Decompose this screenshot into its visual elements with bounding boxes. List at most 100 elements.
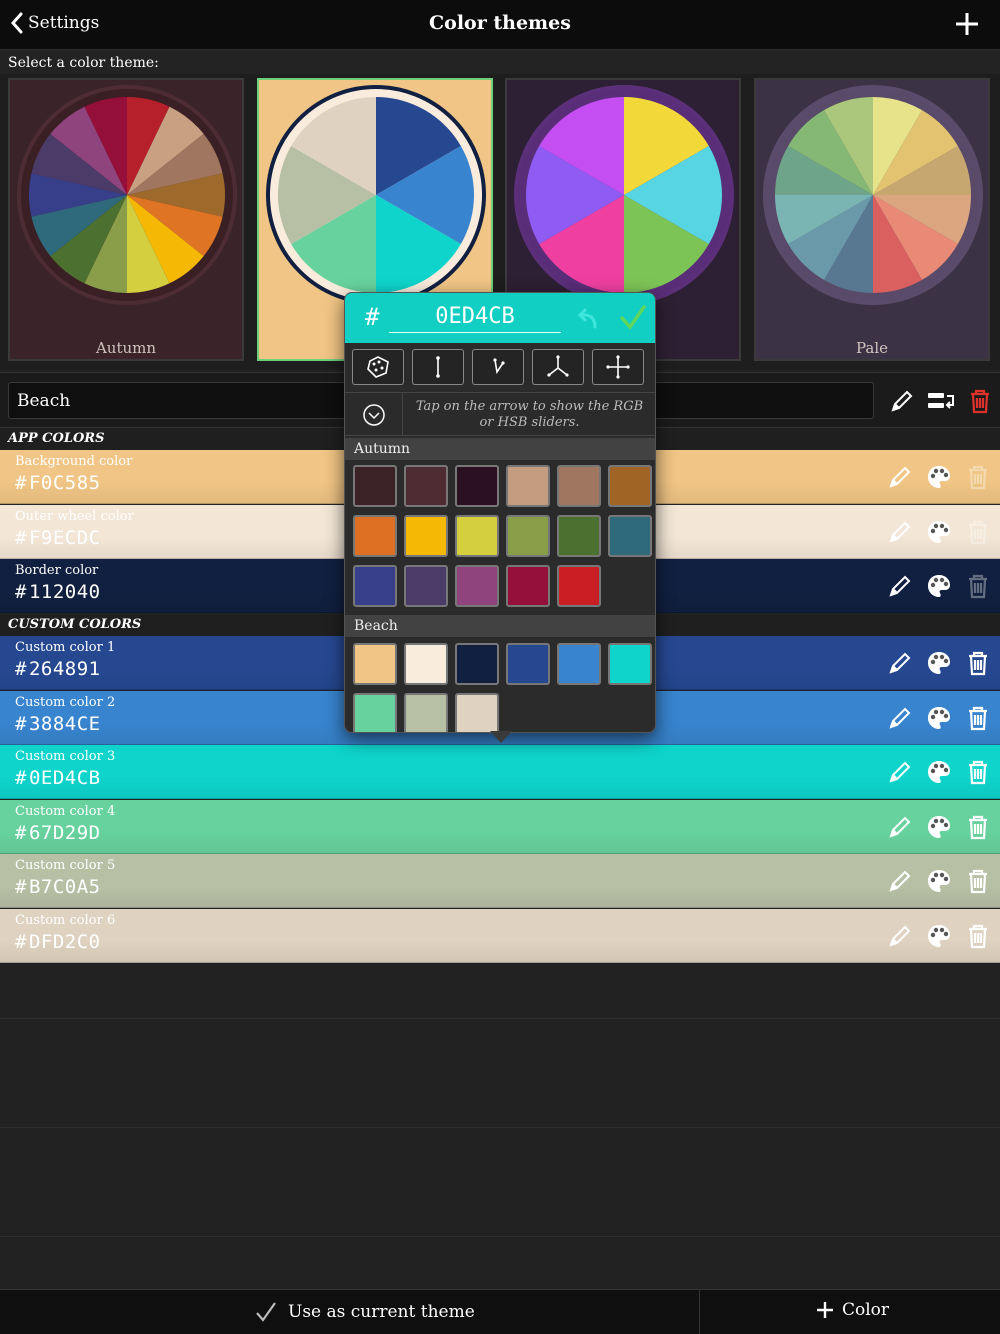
color-swatch[interactable] [557, 565, 601, 607]
color-swatch[interactable] [455, 693, 499, 732]
popover-arrow [490, 731, 512, 743]
color-wheel [514, 85, 734, 305]
color-swatch[interactable] [353, 643, 397, 685]
palette-icon[interactable] [925, 867, 953, 895]
palette-icon[interactable] [925, 704, 953, 732]
color-swatch[interactable] [404, 465, 448, 507]
color-row[interactable]: Custom color 6 # DFD2C0 [0, 909, 1000, 963]
color-hex-value: #112040 [15, 581, 101, 603]
color-swatch[interactable] [506, 565, 550, 607]
triad-mode-button[interactable] [532, 349, 584, 385]
tetrad-mode-button[interactable] [592, 349, 644, 385]
color-swatch[interactable] [455, 565, 499, 607]
trash-icon[interactable] [966, 387, 994, 415]
pencil-icon[interactable] [888, 387, 916, 415]
pencil-icon[interactable] [886, 867, 914, 895]
color-label: Custom color 3 [15, 749, 116, 765]
hash-symbol: # [365, 303, 380, 331]
palette-icon[interactable] [925, 922, 953, 950]
color-label: Custom color 6 [15, 913, 116, 928]
show-sliders-button[interactable] [345, 393, 403, 436]
color-swatch[interactable] [353, 565, 397, 607]
color-hex-value: # DFD2C0 [15, 931, 101, 953]
palette-icon[interactable] [925, 518, 953, 546]
empty-row [0, 1237, 1000, 1292]
pencil-icon[interactable] [886, 813, 914, 841]
trash-icon[interactable] [964, 704, 992, 732]
palette-icon[interactable] [925, 649, 953, 677]
pencil-icon[interactable] [886, 649, 914, 677]
palette-icon[interactable] [925, 758, 953, 786]
color-swatch[interactable] [506, 643, 550, 685]
color-swatch[interactable] [557, 643, 601, 685]
color-swatch[interactable] [353, 693, 397, 732]
use-as-current-theme-button[interactable]: Use as current theme [254, 1300, 475, 1324]
color-row[interactable]: Custom color 5 # B7C0A5 [0, 854, 1000, 909]
hex-entry-header: # [345, 293, 655, 343]
color-swatch[interactable] [608, 643, 652, 685]
hash-symbol: # [15, 876, 27, 899]
color-swatch[interactable] [455, 465, 499, 507]
color-swatch[interactable] [557, 515, 601, 557]
color-hex-value: #67D29D [15, 822, 101, 844]
complementary-mode-button[interactable] [472, 349, 524, 385]
pencil-icon[interactable] [886, 518, 914, 546]
checkmark-icon[interactable] [619, 303, 647, 331]
color-swatch[interactable] [353, 515, 397, 557]
color-row[interactable]: Custom color 4 #67D29D [0, 799, 1000, 854]
trash-icon[interactable] [964, 922, 992, 950]
trash-icon[interactable] [964, 572, 992, 600]
palette-icon[interactable] [925, 813, 953, 841]
hex-input[interactable] [389, 301, 561, 333]
select-theme-label: Select a color theme: [8, 55, 159, 71]
color-swatch[interactable] [353, 465, 397, 507]
trash-icon[interactable] [964, 649, 992, 677]
bottom-toolbar: Use as current theme Color [0, 1289, 1000, 1334]
color-swatch[interactable] [404, 693, 448, 732]
color-hex-value: #264891 [15, 658, 101, 680]
pencil-icon[interactable] [886, 572, 914, 600]
single-mode-button[interactable] [412, 349, 464, 385]
color-swatch[interactable] [455, 643, 499, 685]
color-swatch[interactable] [506, 515, 550, 557]
color-hex-value: # F9ECDC [15, 527, 101, 549]
color-swatch[interactable] [608, 515, 652, 557]
color-row[interactable]: Custom color 3 #0ED4CB [0, 745, 1000, 800]
palette-icon[interactable] [925, 572, 953, 600]
trash-icon[interactable] [964, 463, 992, 491]
color-picker-popover: # Tap on the arrow to show the RGB or HS… [344, 292, 656, 733]
color-label: Custom color 2 [15, 694, 116, 710]
color-swatch[interactable] [557, 465, 601, 507]
color-label: Background color [15, 454, 133, 469]
theme-card-pale[interactable]: Pale [754, 78, 990, 361]
trash-icon[interactable] [964, 867, 992, 895]
undo-icon[interactable] [575, 305, 601, 331]
color-label: Outer wheel color [15, 508, 134, 524]
trash-icon[interactable] [964, 813, 992, 841]
pencil-icon[interactable] [886, 922, 914, 950]
dice-icon [367, 356, 389, 378]
reorder-icon[interactable] [925, 387, 957, 415]
palette-icon[interactable] [925, 463, 953, 491]
add-color-button[interactable]: Color [816, 1300, 889, 1320]
trash-icon[interactable] [964, 758, 992, 786]
color-wheel [763, 85, 983, 305]
pencil-icon[interactable] [886, 463, 914, 491]
color-swatch[interactable] [455, 515, 499, 557]
picker-mode-buttons [352, 349, 644, 385]
color-swatch[interactable] [404, 565, 448, 607]
color-swatch[interactable] [506, 465, 550, 507]
pencil-icon[interactable] [886, 704, 914, 732]
random-mode-button[interactable] [352, 349, 404, 385]
color-swatch[interactable] [404, 643, 448, 685]
palette-header-beach: Beach [345, 615, 655, 637]
row-tools [886, 758, 992, 786]
color-swatch[interactable] [404, 515, 448, 557]
color-swatch[interactable] [608, 465, 652, 507]
theme-card-autumn[interactable]: Autumn [8, 78, 244, 361]
pencil-icon[interactable] [886, 758, 914, 786]
add-color-label: Color [842, 1300, 890, 1320]
hex-text: DFD2C0 [28, 931, 101, 953]
trash-icon[interactable] [964, 518, 992, 546]
plus-icon[interactable] [954, 11, 980, 37]
